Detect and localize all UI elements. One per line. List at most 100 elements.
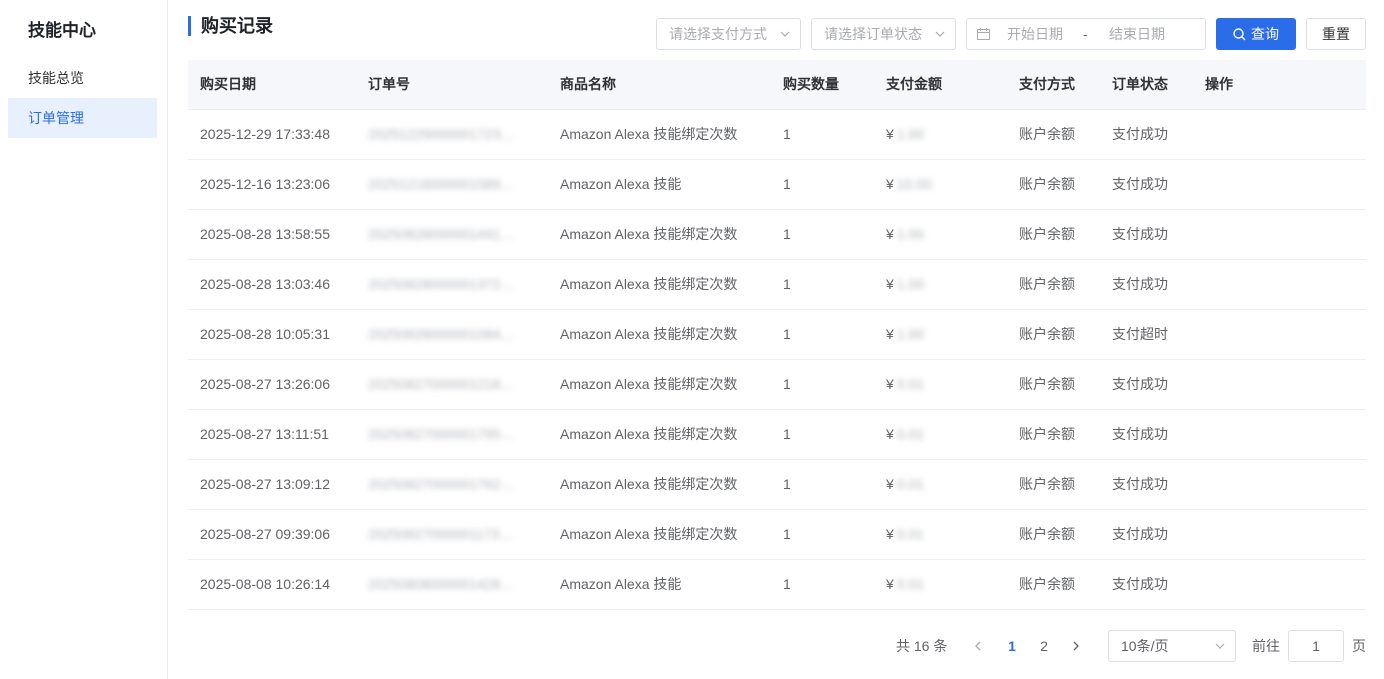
cell-actions: [1193, 159, 1366, 210]
cell-quantity: 1: [771, 259, 874, 310]
table-row: 2025-08-27 13:11:51 20250827000001795… Ama…: [188, 409, 1366, 460]
cell-product-text: Amazon Alexa 技能绑定次数: [560, 376, 738, 392]
cell-payment-method-text: 账户余额: [1019, 576, 1075, 592]
date-range-picker[interactable]: 开始日期 - 结束日期: [966, 18, 1206, 50]
amount-value: 0.01: [896, 476, 925, 492]
currency-symbol: ¥: [886, 476, 894, 492]
page-unit-label: 页: [1352, 638, 1366, 654]
goto-page-input[interactable]: [1288, 630, 1344, 662]
column-header-product: 商品名称: [548, 60, 771, 110]
cell-payment-method: 账户余额: [1007, 409, 1100, 460]
cell-status: 支付成功: [1100, 459, 1193, 510]
column-header-payment-method: 支付方式: [1007, 60, 1100, 110]
cell-product: Amazon Alexa 技能绑定次数: [548, 359, 771, 410]
search-icon: [1233, 28, 1246, 41]
cell-amount: ¥0.01: [874, 409, 1007, 460]
cell-order-no: 20251229000001723…: [356, 109, 548, 160]
page-button-2[interactable]: 2: [1032, 630, 1056, 662]
cell-status-text: 支付成功: [1112, 226, 1168, 242]
cell-actions: [1193, 359, 1366, 410]
cell-payment-method-text: 账户余额: [1019, 276, 1075, 292]
page-button-1[interactable]: 1: [1000, 630, 1024, 662]
cell-amount: ¥1.00: [874, 209, 1007, 260]
sidebar-title: 技能中心: [28, 21, 96, 40]
sidebar-item-skill-overview[interactable]: 技能总览: [8, 58, 157, 98]
cell-quantity: 1: [771, 359, 874, 410]
amount-value: 0.01: [896, 526, 925, 542]
cell-status-text: 支付成功: [1112, 476, 1168, 492]
payment-method-select[interactable]: 请选择支付方式: [656, 18, 801, 50]
amount-value: 1.00: [896, 226, 925, 242]
cell-order-no-text: 20250828000001441…: [368, 226, 515, 242]
cell-order-no: 20250827000001795…: [356, 409, 548, 460]
chevron-down-icon: [780, 31, 790, 37]
cell-product: Amazon Alexa 技能绑定次数: [548, 509, 771, 560]
cell-date: 2025-08-08 10:26:14: [188, 559, 356, 610]
cell-amount: ¥0.01: [874, 509, 1007, 560]
order-status-select[interactable]: 请选择订单状态: [811, 18, 956, 50]
cell-status: 支付成功: [1100, 359, 1193, 410]
column-header-quantity: 购买数量: [771, 60, 874, 110]
sidebar-item-order-management[interactable]: 订单管理: [8, 98, 157, 138]
cell-payment-method: 账户余额: [1007, 159, 1100, 210]
currency-symbol: ¥: [886, 276, 894, 292]
cell-amount: ¥1.00: [874, 259, 1007, 310]
cell-product-text: Amazon Alexa 技能: [560, 176, 682, 192]
cell-status: 支付成功: [1100, 559, 1193, 610]
cell-quantity-text: 1: [783, 376, 791, 392]
goto-label: 前往: [1252, 638, 1280, 654]
cell-payment-method: 账户余额: [1007, 509, 1100, 560]
column-header-actions: 操作: [1193, 60, 1366, 110]
cell-amount: ¥1.00: [874, 109, 1007, 160]
cell-order-no-text: 20250827000001795…: [368, 426, 515, 442]
cell-date-text: 2025-08-27 09:39:06: [200, 526, 330, 542]
cell-date-text: 2025-12-16 13:23:06: [200, 176, 330, 192]
table-row: 2025-08-28 13:03:46 20250828000001372… Ama…: [188, 259, 1366, 310]
cell-date: 2025-08-27 13:09:12: [188, 459, 356, 510]
column-header-order-no: 订单号: [356, 60, 548, 110]
column-header-amount: 支付金额: [874, 60, 1007, 110]
table-row: 2025-12-29 17:33:48 20251229000001723… Ama…: [188, 109, 1366, 160]
cell-order-no: 20251216000001589…: [356, 159, 548, 210]
cell-status-text: 支付成功: [1112, 576, 1168, 592]
currency-symbol: ¥: [886, 126, 894, 142]
cell-product-text: Amazon Alexa 技能绑定次数: [560, 426, 738, 442]
cell-status: 支付成功: [1100, 209, 1193, 260]
query-button[interactable]: 查询: [1216, 18, 1296, 50]
cell-quantity-text: 1: [783, 576, 791, 592]
cell-status-text: 支付成功: [1112, 526, 1168, 542]
chevron-down-icon: [1215, 643, 1225, 649]
cell-product-text: Amazon Alexa 技能绑定次数: [560, 226, 738, 242]
cell-quantity-text: 1: [783, 176, 791, 192]
cell-product-text: Amazon Alexa 技能: [560, 576, 682, 592]
cell-date-text: 2025-08-27 13:26:06: [200, 376, 330, 392]
cell-product-text: Amazon Alexa 技能绑定次数: [560, 276, 738, 292]
chevron-right-icon[interactable]: [1070, 640, 1082, 652]
end-date-input[interactable]: 结束日期: [1109, 19, 1165, 49]
cell-status-text: 支付成功: [1112, 426, 1168, 442]
currency-symbol: ¥: [886, 426, 894, 442]
cell-status: 支付成功: [1100, 159, 1193, 210]
cell-order-no: 20250827000001762…: [356, 459, 548, 510]
amount-value: 0.01: [896, 576, 925, 592]
cell-payment-method-text: 账户余额: [1019, 526, 1075, 542]
page-size-select[interactable]: 10条/页: [1108, 630, 1236, 662]
currency-symbol: ¥: [886, 176, 894, 192]
reset-button[interactable]: 重置: [1306, 18, 1366, 50]
cell-date-text: 2025-08-27 13:09:12: [200, 476, 330, 492]
currency-symbol: ¥: [886, 376, 894, 392]
chevron-left-icon[interactable]: [972, 640, 984, 652]
cell-date-text: 2025-08-27 13:11:51: [200, 426, 329, 442]
cell-order-no: 20250827000001218…: [356, 359, 548, 410]
cell-order-no-text: 20250827000001173…: [368, 526, 514, 542]
payment-method-placeholder: 请选择支付方式: [669, 26, 767, 42]
cell-actions: [1193, 209, 1366, 260]
cell-amount: ¥10.00: [874, 159, 1007, 210]
cell-quantity-text: 1: [783, 276, 791, 292]
cell-status: 支付成功: [1100, 509, 1193, 560]
cell-quantity-text: 1: [783, 476, 791, 492]
amount-value: 0.01: [896, 426, 925, 442]
start-date-input[interactable]: 开始日期: [1007, 19, 1063, 49]
cell-status-text: 支付成功: [1112, 176, 1168, 192]
cell-payment-method-text: 账户余额: [1019, 376, 1075, 392]
